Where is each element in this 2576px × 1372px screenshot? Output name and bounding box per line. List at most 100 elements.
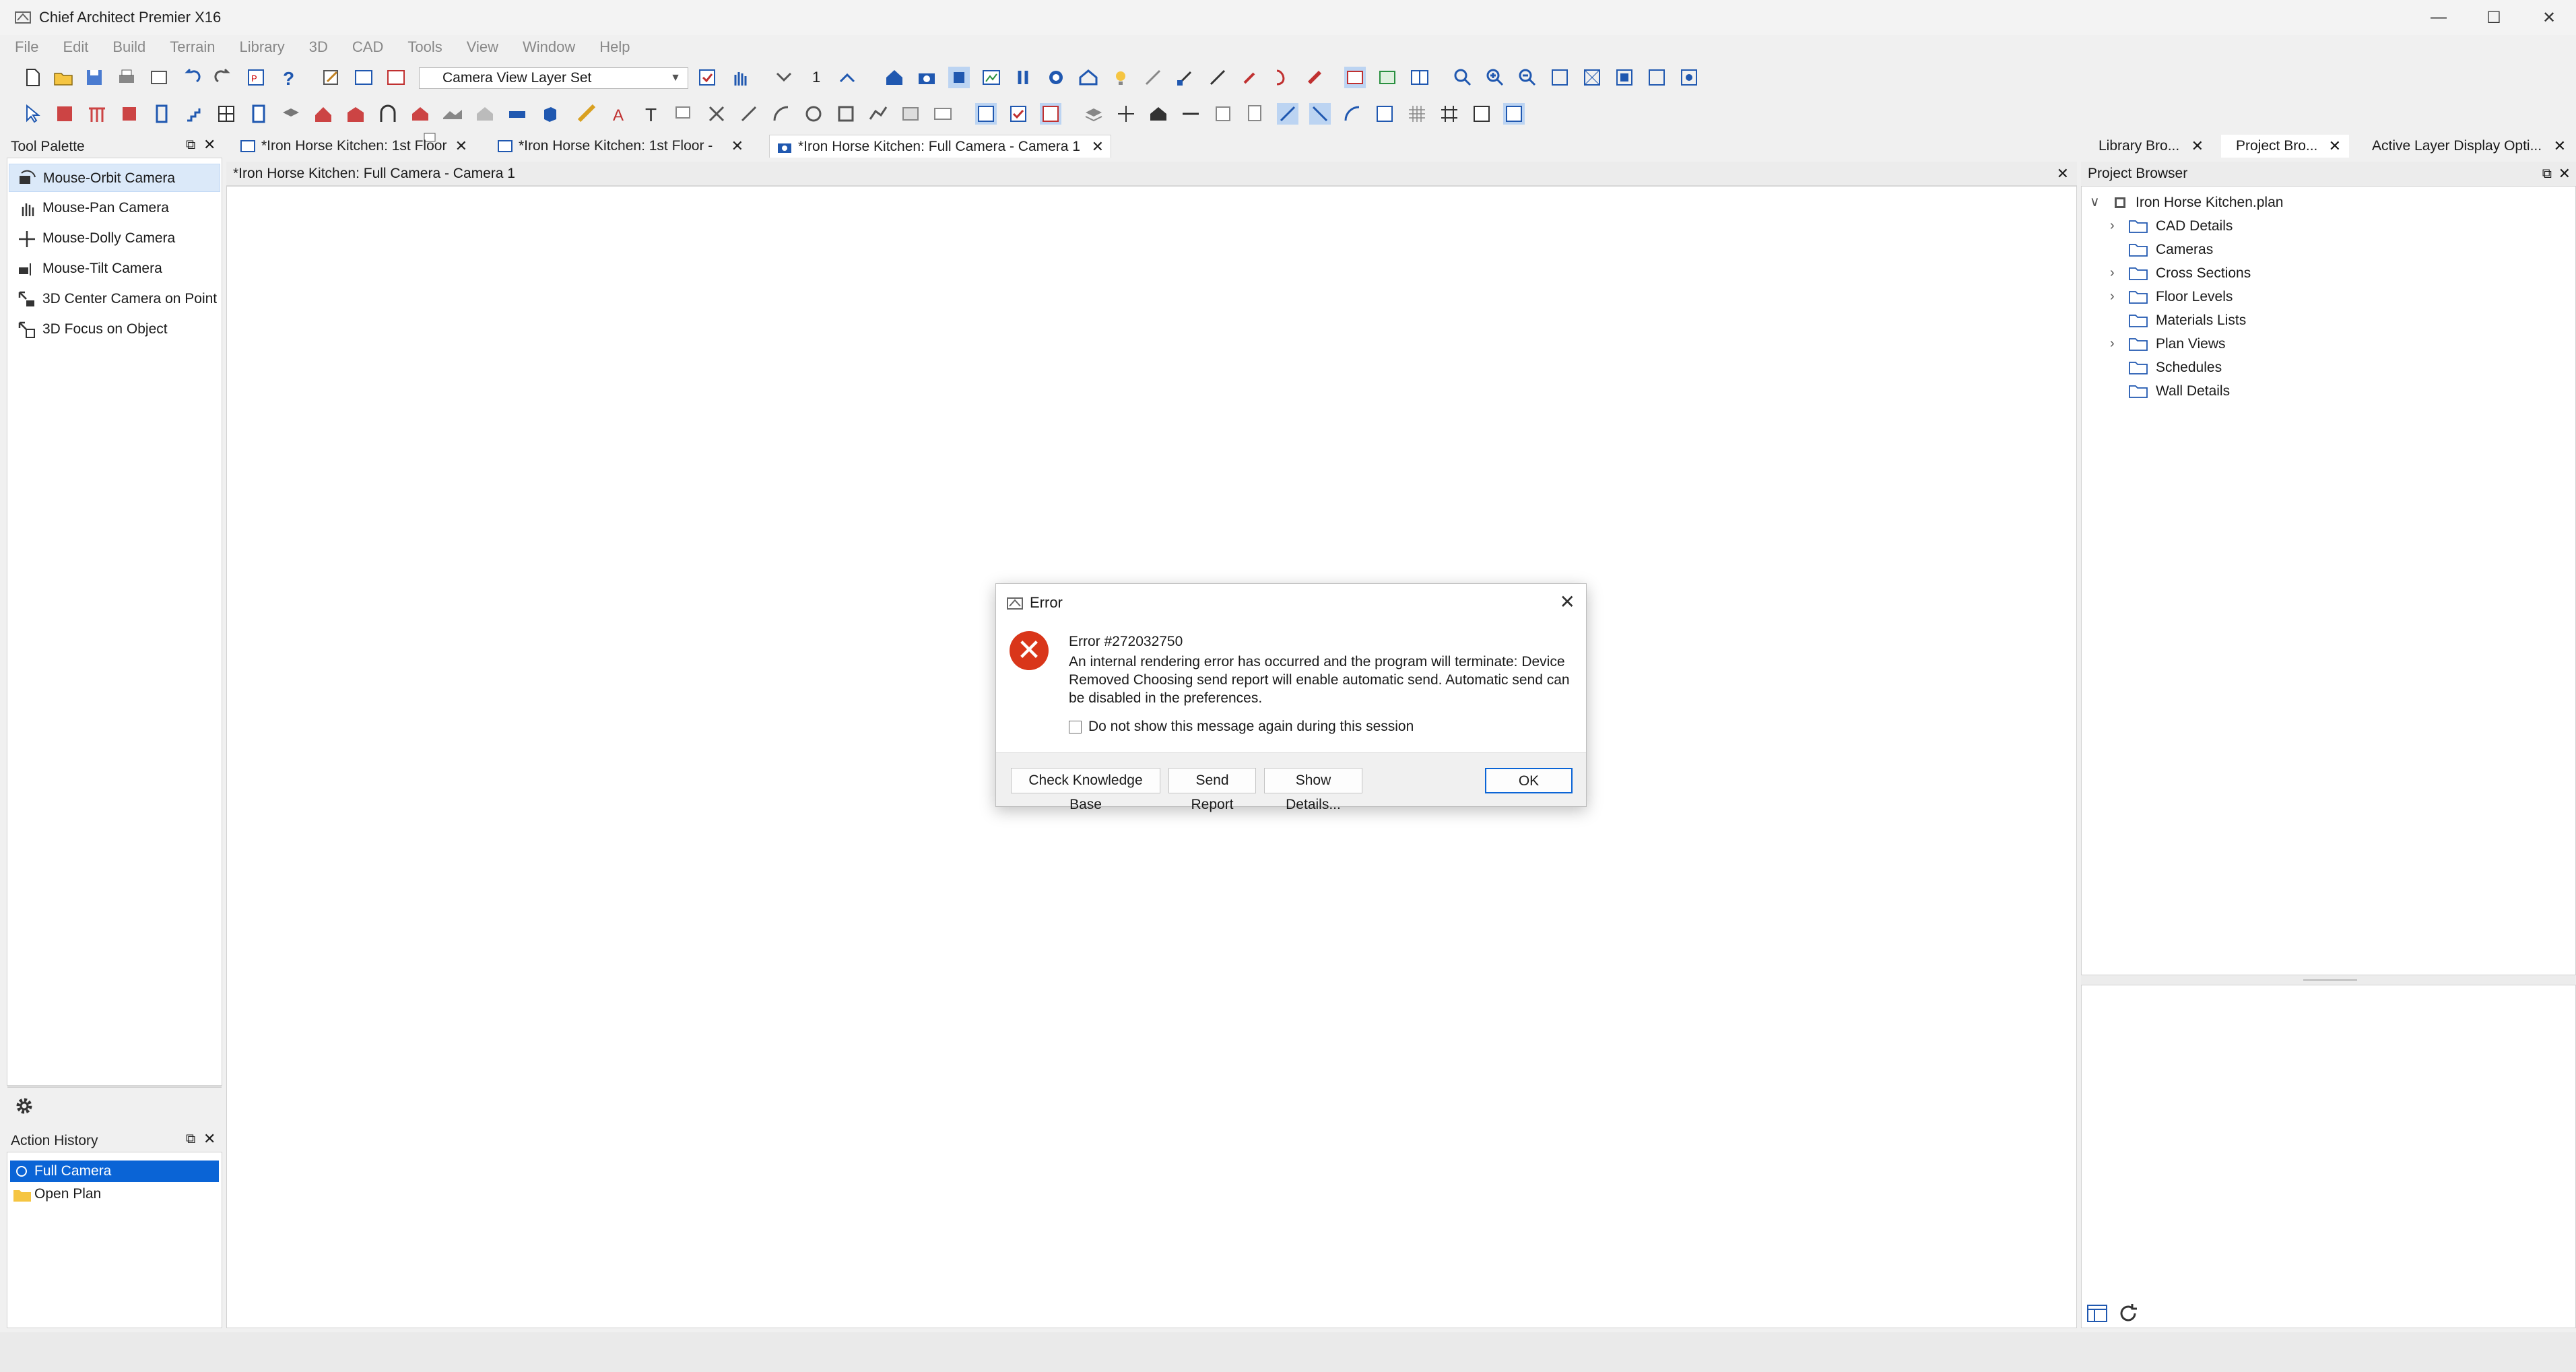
- dollhouse-icon[interactable]: [1078, 67, 1099, 88]
- roof-icon[interactable]: [312, 103, 334, 125]
- material-painter-icon[interactable]: [1272, 67, 1293, 88]
- fill-window-icon[interactable]: [1581, 67, 1603, 88]
- snap-toggle-icon[interactable]: [1503, 103, 1525, 125]
- circle-icon[interactable]: [803, 103, 824, 125]
- window-tool-icon[interactable]: [216, 103, 237, 125]
- floor-down-icon[interactable]: [773, 67, 795, 88]
- layer-display-icon[interactable]: [696, 67, 718, 88]
- chevron-right-icon[interactable]: ›: [2110, 285, 2115, 308]
- menu-cad[interactable]: CAD: [352, 38, 383, 56]
- edit-selected-icon[interactable]: [1277, 103, 1298, 125]
- tree-folder-floor-levels[interactable]: › Floor Levels: [2107, 285, 2565, 308]
- text-icon[interactable]: T: [641, 103, 663, 125]
- send-to-layout-icon[interactable]: [385, 67, 407, 88]
- close-view-icon[interactable]: ✕: [2057, 162, 2069, 186]
- walkthrough-icon[interactable]: [1013, 67, 1034, 88]
- help-icon[interactable]: ?: [277, 67, 299, 88]
- camera-view-options-icon[interactable]: [975, 103, 997, 125]
- refresh-icon[interactable]: [2116, 1301, 2140, 1326]
- maximize-button[interactable]: ☐: [2478, 5, 2509, 30]
- wall-tool-icon[interactable]: [54, 103, 75, 125]
- layer-set-dropdown[interactable]: Camera View Layer Set ▼: [419, 67, 688, 89]
- redo-icon[interactable]: [213, 67, 234, 88]
- square-icon[interactable]: [1212, 103, 1234, 125]
- undo-zoom-icon[interactable]: [1549, 67, 1571, 88]
- edit-plan-icon[interactable]: [321, 67, 342, 88]
- camera-options-icon[interactable]: [1344, 67, 1366, 88]
- menu-edit[interactable]: Edit: [63, 38, 88, 56]
- tree-folder-cross-sections[interactable]: › Cross Sections: [2107, 261, 2565, 285]
- dimension-line-icon[interactable]: [1180, 103, 1201, 125]
- spline-icon[interactable]: [867, 103, 889, 125]
- reference-grid-icon[interactable]: [1439, 103, 1460, 125]
- grid-icon[interactable]: [1406, 103, 1428, 125]
- minimize-button[interactable]: —: [2423, 5, 2454, 30]
- zoom-in-icon[interactable]: [1484, 67, 1506, 88]
- save-icon[interactable]: [84, 67, 105, 88]
- grid-snap-icon[interactable]: [1374, 103, 1395, 125]
- gear-icon[interactable]: [12, 1094, 36, 1118]
- tab-full-camera[interactable]: *Iron Horse Kitchen: Full Camera - Camer…: [769, 135, 1111, 158]
- menu-library[interactable]: Library: [240, 38, 285, 56]
- stairs-icon[interactable]: [183, 103, 205, 125]
- cabinet-icon[interactable]: [119, 103, 140, 125]
- arch-icon[interactable]: [377, 103, 399, 125]
- float-panel-icon[interactable]: ⧉: [186, 137, 195, 153]
- menu-file[interactable]: File: [15, 38, 38, 56]
- tab-1st-floor-2[interactable]: *Iron Horse Kitchen: 1st Floor - 2 ✕: [490, 135, 750, 176]
- zoom-icon[interactable]: [1452, 67, 1474, 88]
- float-panel-icon[interactable]: ⧉: [2542, 162, 2552, 186]
- close-panel-icon[interactable]: ✕: [2558, 162, 2571, 186]
- ruler-icon[interactable]: [1304, 67, 1325, 88]
- house-shape-icon[interactable]: [474, 103, 496, 125]
- measure-tape-icon[interactable]: [576, 103, 598, 125]
- undo-icon[interactable]: [180, 67, 202, 88]
- tool-mouse-tilt-camera[interactable]: Mouse-Tilt Camera: [9, 255, 220, 283]
- crosshair-icon[interactable]: [1115, 103, 1137, 125]
- zoom-out-icon[interactable]: [1517, 67, 1538, 88]
- tool-3d-focus-object[interactable]: 3D Focus on Object: [9, 315, 220, 344]
- railing-icon[interactable]: [86, 103, 108, 125]
- tool-mouse-dolly-camera[interactable]: Mouse-Dolly Camera: [9, 224, 220, 253]
- camera-icon[interactable]: [916, 67, 937, 88]
- layers-icon[interactable]: [1083, 103, 1104, 125]
- panel-splitter[interactable]: [2081, 975, 2576, 985]
- tab-active-layer-display[interactable]: Active Layer Display Opti... ✕: [2357, 135, 2574, 158]
- angle-snap-icon[interactable]: [1342, 103, 1363, 125]
- open-folder-icon[interactable]: [53, 67, 74, 88]
- tab-1st-floor[interactable]: *Iron Horse Kitchen: 1st Floor ✕: [233, 135, 474, 158]
- tree-folder-schedules[interactable]: Schedules: [2107, 356, 2565, 379]
- tree-folder-materials-lists[interactable]: Materials Lists: [2107, 308, 2565, 332]
- tool-mouse-orbit-camera[interactable]: Mouse-Orbit Camera: [9, 164, 220, 192]
- close-icon[interactable]: ✕: [1560, 591, 1575, 613]
- tool-3d-center-camera[interactable]: 3D Center Camera on Point: [9, 285, 220, 313]
- close-panel-icon[interactable]: ✕: [203, 1130, 216, 1148]
- tab-library-browser[interactable]: Library Bro... ✕: [2084, 135, 2212, 158]
- arc-icon[interactable]: [770, 103, 792, 125]
- select-objects-icon[interactable]: [22, 103, 43, 125]
- dormer-icon[interactable]: [409, 103, 431, 125]
- dimension-icon[interactable]: [1207, 67, 1228, 88]
- chevron-down-icon[interactable]: ∨: [2090, 191, 2100, 214]
- checkbox-box[interactable]: [1069, 720, 1082, 733]
- find-icon[interactable]: [1245, 103, 1266, 125]
- terrain-icon[interactable]: [442, 103, 463, 125]
- close-icon[interactable]: ✕: [2191, 135, 2204, 158]
- house-check-icon[interactable]: [1148, 103, 1169, 125]
- fixture-icon[interactable]: [506, 103, 528, 125]
- building-icon[interactable]: [345, 103, 366, 125]
- display-toggle-icon[interactable]: [1040, 103, 1061, 125]
- render-icon[interactable]: [1045, 67, 1067, 88]
- history-item[interactable]: Full Camera: [10, 1161, 219, 1182]
- reference-display-icon[interactable]: [1471, 103, 1492, 125]
- menu-help[interactable]: Help: [599, 38, 630, 56]
- light-icon[interactable]: [1110, 67, 1131, 88]
- hand-icon[interactable]: [729, 67, 750, 88]
- chevron-right-icon[interactable]: ›: [2110, 214, 2115, 238]
- render-techniques-icon[interactable]: [1377, 67, 1398, 88]
- line-icon[interactable]: [738, 103, 760, 125]
- delete-cross-icon[interactable]: [706, 103, 727, 125]
- chevron-right-icon[interactable]: ›: [2110, 332, 2115, 356]
- browser-view-icon[interactable]: [2085, 1301, 2109, 1326]
- callout-icon[interactable]: [673, 103, 695, 125]
